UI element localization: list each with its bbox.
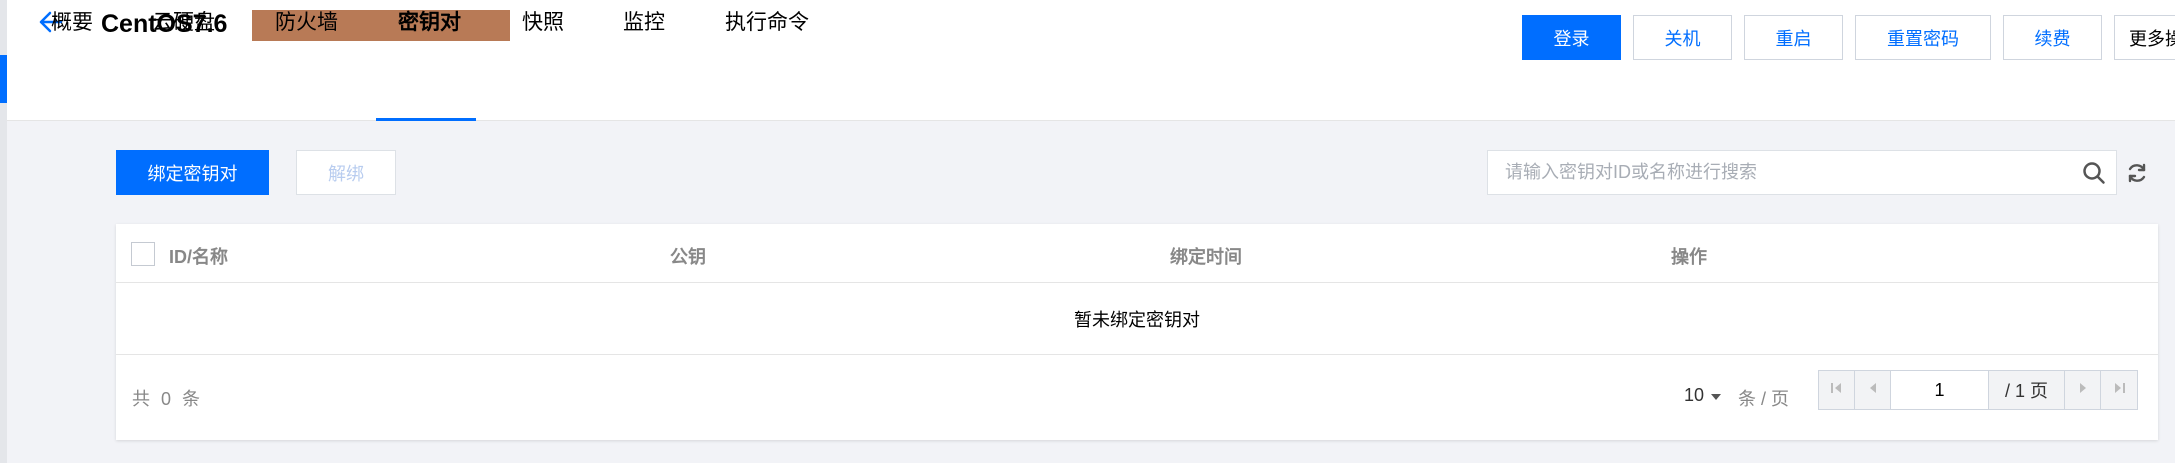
search-icon[interactable] [2072, 151, 2116, 194]
next-page-icon [2076, 381, 2090, 400]
tab-snapshots[interactable]: 快照 [522, 6, 564, 36]
reset-password-button[interactable]: 重置密码 [1855, 15, 1991, 60]
next-page-button[interactable] [2065, 371, 2101, 409]
search-input[interactable] [1488, 151, 2072, 194]
header-actions: 登录 关机 重启 重置密码 续费 更多操 [1522, 15, 2175, 60]
total-pages: / 1 页 [1989, 371, 2065, 409]
last-page-button[interactable] [2101, 371, 2137, 409]
more-actions-button[interactable]: 更多操 [2114, 15, 2175, 60]
first-page-button[interactable] [1819, 371, 1855, 409]
bind-key-pair-button[interactable]: 绑定密钥对 [116, 150, 269, 195]
page-size-select[interactable]: 10 [1684, 385, 1722, 406]
tab-cloud-disk[interactable]: 云硬盘 [152, 6, 215, 36]
column-header-bind-time: 绑定时间 [1170, 247, 1242, 267]
prev-page-icon [1866, 381, 1880, 400]
column-header-id-name: ID/名称 [169, 247, 229, 267]
pagination-controls: / 1 页 [1818, 370, 2138, 410]
select-all-checkbox[interactable] [131, 242, 155, 266]
table-footer: 共 0 条 10 条 / 页 / 1 页 [116, 355, 2158, 440]
search-box [1487, 150, 2117, 195]
shutdown-button[interactable]: 关机 [1633, 15, 1732, 60]
tab-monitoring[interactable]: 监控 [623, 6, 665, 36]
renew-button[interactable]: 续费 [2003, 15, 2102, 60]
caret-down-icon [1710, 385, 1722, 406]
refresh-icon[interactable] [2122, 158, 2152, 188]
active-tab-indicator [376, 118, 476, 121]
page-size-value: 10 [1684, 385, 1705, 405]
last-page-icon [2112, 381, 2126, 400]
instance-header: CentOS7.6 登录 关机 重启 重置密码 续费 更多操 概要 云硬盘 防火… [7, 0, 2175, 121]
tab-key-pairs[interactable]: 密钥对 [398, 6, 461, 36]
key-pair-table: ID/名称 公钥 绑定时间 操作 暂未绑定密钥对 共 0 条 10 条 / 页 [116, 224, 2158, 440]
column-header-actions: 操作 [1671, 247, 1707, 267]
unbind-button[interactable]: 解绑 [296, 150, 396, 195]
tab-run-command[interactable]: 执行命令 [725, 6, 809, 36]
table-header: ID/名称 公钥 绑定时间 操作 [116, 224, 2158, 283]
page-size-unit: 条 / 页 [1738, 389, 1790, 409]
empty-state-message: 暂未绑定密钥对 [116, 283, 2158, 355]
first-page-icon [1830, 381, 1844, 400]
login-button[interactable]: 登录 [1522, 15, 1621, 60]
left-nav-active-indicator [0, 55, 7, 103]
tab-firewall[interactable]: 防火墙 [275, 6, 338, 36]
restart-button[interactable]: 重启 [1744, 15, 1843, 60]
current-page-input[interactable] [1891, 371, 1989, 409]
column-header-public-key: 公钥 [670, 247, 706, 267]
left-nav-strip [0, 0, 7, 463]
tab-overview[interactable]: 概要 [51, 6, 93, 36]
total-count: 共 0 条 [132, 389, 201, 409]
prev-page-button[interactable] [1855, 371, 1891, 409]
